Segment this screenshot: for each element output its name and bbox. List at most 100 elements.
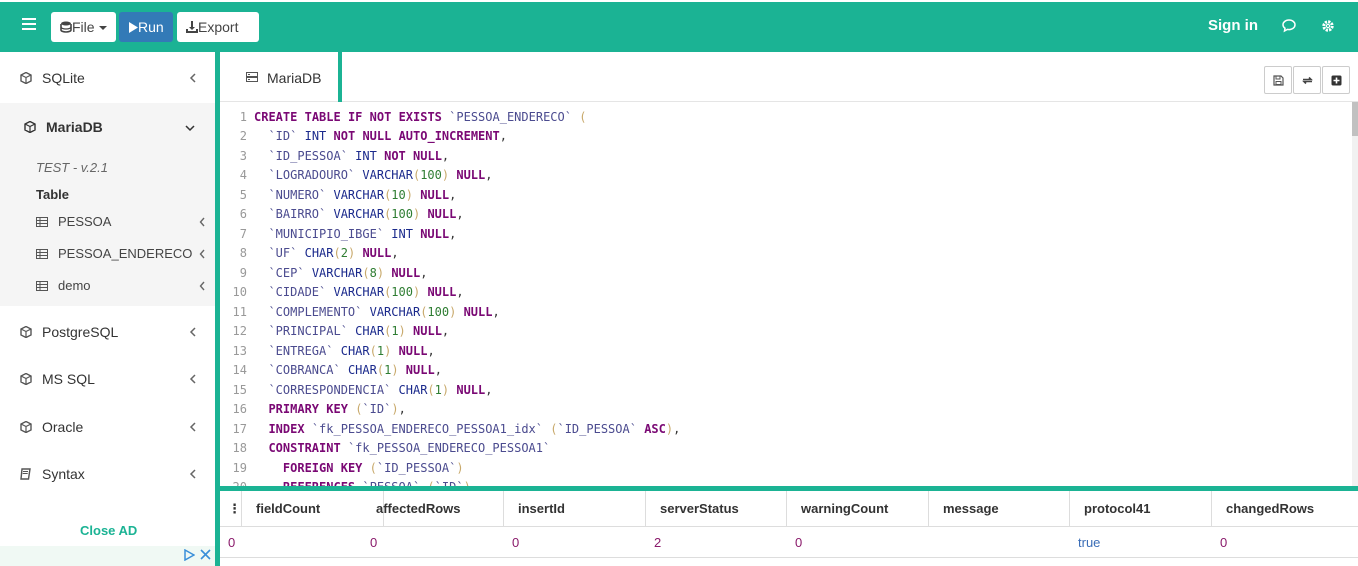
editor-scrollbar[interactable] <box>1352 102 1358 486</box>
sidebar-group-mariadb: MariaDB TEST - v.2.1 Table PESSOA PESSOA… <box>0 103 215 306</box>
code-line: `COMPLEMENTO` VARCHAR(100) NULL, <box>268 305 500 319</box>
column-header[interactable]: changedRows <box>1212 491 1358 527</box>
tab-label: MariaDB <box>267 70 322 86</box>
cube-icon <box>20 326 32 338</box>
column-header[interactable]: warningCount <box>787 491 929 527</box>
sidebar-table-pessoa[interactable]: PESSOA <box>0 207 215 237</box>
chat-icon[interactable] <box>1282 19 1296 33</box>
chevron-left-icon <box>199 217 205 227</box>
grid-menu-button[interactable]: ⋮ <box>220 491 242 527</box>
sidebar-item-sqlite[interactable]: SQLite <box>0 54 215 102</box>
line-number: 8 <box>239 246 247 260</box>
code-line: `UF` CHAR(2) NULL, <box>268 246 399 260</box>
menu-icon[interactable] <box>22 18 36 32</box>
chevron-left-icon <box>189 374 196 384</box>
code-line: `CORRESPONDENCIA` CHAR(1) NULL, <box>268 383 493 397</box>
table-icon <box>36 217 48 227</box>
sidebar-item-label: Oracle <box>42 419 84 435</box>
sidebar-item-oracle[interactable]: Oracle <box>0 403 215 451</box>
line-number: 16 <box>232 402 247 416</box>
export-button[interactable]: Export <box>177 12 259 61</box>
sidebar-item-label: SQLite <box>42 70 85 86</box>
sidebar-table-pessoa-endereco[interactable]: PESSOA_ENDERECO <box>0 239 215 269</box>
sql-editor[interactable]: 1 2 3 4 5 6 7 8 9 10 11 12 13 14 15 16 1… <box>220 102 1358 486</box>
line-number: 5 <box>239 188 247 202</box>
download-icon <box>186 21 198 33</box>
column-header[interactable]: insertId <box>504 491 646 527</box>
sign-in-link[interactable]: Sign in <box>1208 17 1258 34</box>
table-name: PESSOA_ENDERECO <box>58 246 193 261</box>
line-number: 14 <box>232 363 247 377</box>
file-label: File <box>72 19 95 35</box>
chevron-left-icon <box>199 249 205 259</box>
gear-icon[interactable] <box>1321 19 1335 33</box>
line-number: 6 <box>239 207 247 221</box>
sidebar-item-mssql[interactable]: MS SQL <box>0 355 215 403</box>
chevron-left-icon <box>189 422 196 432</box>
sidebar-item-label: Syntax <box>42 466 85 482</box>
code-line: CONSTRAINT `fk_PESSOA_ENDERECO_PESSOA1` <box>268 441 551 455</box>
code-line: `PRINCIPAL` CHAR(1) NULL, <box>268 324 450 338</box>
column-header[interactable]: affectedRows <box>362 491 504 527</box>
database-icon <box>60 21 72 33</box>
table-icon <box>36 249 48 259</box>
grid-cell: true <box>1078 535 1101 550</box>
tab-mariadb[interactable]: MariaDB <box>220 52 342 102</box>
line-gutter: 1 2 3 4 5 6 7 8 9 10 11 12 13 14 15 16 1… <box>220 102 250 486</box>
scrollbar-thumb[interactable] <box>1352 102 1358 136</box>
table-name: PESSOA <box>58 214 112 229</box>
ad-banner <box>0 546 215 566</box>
results-grid: ⋮ fieldCount affectedRows insertId serve… <box>220 491 1358 566</box>
run-button[interactable]: Run <box>119 12 173 42</box>
file-button[interactable]: File <box>51 12 116 42</box>
close-icon[interactable] <box>200 549 211 560</box>
grid-cell: 0 <box>228 535 236 550</box>
cube-icon <box>20 373 32 385</box>
adchoices-icon[interactable] <box>183 549 195 561</box>
grid-cell: 0 <box>512 535 520 550</box>
tab-bar: MariaDB <box>220 52 1358 102</box>
run-label: Run <box>138 19 164 35</box>
code-line: INDEX `fk_PESSOA_ENDERECO_PESSOA1_idx` (… <box>268 422 681 436</box>
refresh-button[interactable] <box>1293 66 1321 94</box>
line-number: 10 <box>232 285 247 299</box>
grid-cell: 0 <box>795 535 803 550</box>
chevron-down-icon <box>185 125 195 132</box>
column-header[interactable]: message <box>929 491 1070 527</box>
code-line: `NUMERO` VARCHAR(10) NULL, <box>268 188 457 202</box>
column-header[interactable]: protocol41 <box>1070 491 1212 527</box>
chevron-left-icon <box>189 327 196 337</box>
grid-cell: 2 <box>654 535 662 550</box>
sidebar-item-syntax[interactable]: Syntax <box>0 450 215 498</box>
table-row[interactable]: 0 0 0 2 0 true 0 <box>220 528 1358 558</box>
line-number: 3 <box>239 149 247 163</box>
table-header: Table <box>36 187 69 202</box>
sidebar-item-label: MariaDB <box>46 119 103 135</box>
line-number: 13 <box>232 344 247 358</box>
grid-cell: 0 <box>370 535 378 550</box>
code-line: `MUNICIPIO_IBGE` INT NULL, <box>268 227 457 241</box>
sidebar: SQLite MariaDB TEST - v.2.1 Table PESSOA… <box>0 52 215 566</box>
line-number: 4 <box>239 168 247 182</box>
code-line: `ID_PESSOA` INT NOT NULL, <box>268 149 450 163</box>
sidebar-item-label: PostgreSQL <box>42 324 119 340</box>
sidebar-table-demo[interactable]: demo <box>0 271 215 301</box>
line-number: 9 <box>239 266 247 280</box>
add-tab-button[interactable] <box>1322 66 1350 94</box>
export-label: Export <box>198 19 239 35</box>
db-version: TEST - v.2.1 <box>36 160 108 175</box>
close-ad-link[interactable]: Close AD <box>80 523 137 538</box>
table-name: demo <box>58 278 91 293</box>
cube-icon <box>20 421 32 433</box>
code-line: `COBRANCA` CHAR(1) NULL, <box>268 363 442 377</box>
code-line: `ENTREGA` CHAR(1) NULL, <box>268 344 435 358</box>
book-icon <box>20 468 31 480</box>
sidebar-item-postgresql[interactable]: PostgreSQL <box>0 308 215 356</box>
save-button[interactable] <box>1264 66 1292 94</box>
code-line: `ID` INT NOT NULL AUTO_INCREMENT, <box>268 129 507 143</box>
column-header[interactable]: serverStatus <box>646 491 787 527</box>
sidebar-item-mariadb[interactable]: MariaDB <box>0 103 215 151</box>
line-number: 12 <box>232 324 247 338</box>
refresh-icon <box>1302 76 1313 85</box>
code-line: `CIDADE` VARCHAR(100) NULL, <box>268 285 464 299</box>
